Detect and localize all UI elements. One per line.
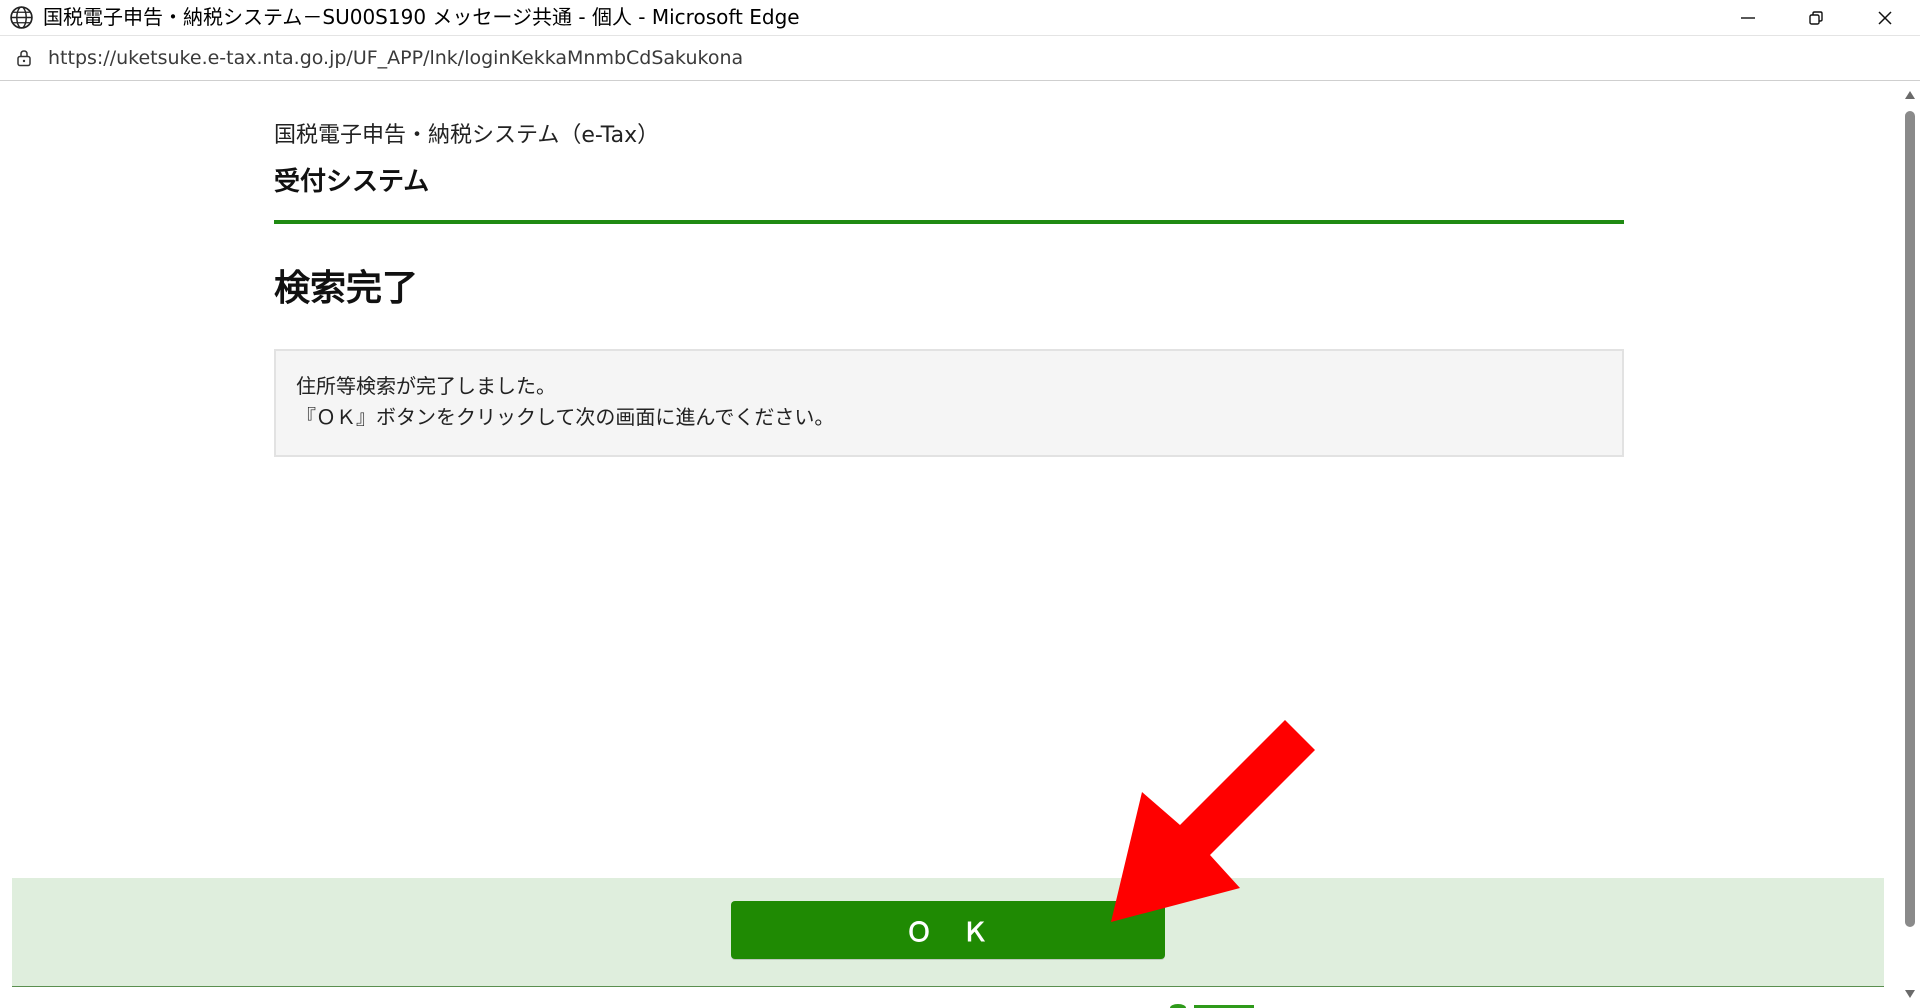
close-button[interactable] (1851, 0, 1919, 35)
scroll-up-arrow-icon[interactable] (1904, 89, 1916, 101)
lock-icon[interactable] (14, 48, 34, 68)
browser-window: 国税電子申告・納税システム－SU00S190 メッセージ共通 - 個人 - Mi… (0, 0, 1920, 1008)
title-bar: 国税電子申告・納税システム－SU00S190 メッセージ共通 - 個人 - Mi… (0, 0, 1920, 35)
message-line: 『ＯＫ』ボタンをクリックして次の画面に進んでください。 (296, 405, 835, 429)
header-divider (274, 220, 1624, 224)
scrollbar-thumb[interactable] (1905, 111, 1915, 927)
message-line: 住所等検索が完了しました。 (296, 374, 556, 398)
minimize-button[interactable] (1714, 0, 1782, 35)
restore-button[interactable] (1782, 0, 1850, 35)
globe-icon (10, 6, 33, 29)
subsystem-name: 受付システム (274, 167, 430, 197)
scroll-down-arrow-icon[interactable] (1904, 988, 1916, 1000)
close-icon (1878, 10, 1892, 25)
window-title: 国税電子申告・納税システム－SU00S190 メッセージ共通 - 個人 - Mi… (43, 5, 800, 29)
page-viewport: 国税電子申告・納税システム（e-Tax） 受付システム 検索完了 住所等検索が完… (0, 81, 1900, 1008)
minimize-icon (1741, 16, 1755, 19)
vertical-scrollbar[interactable] (1900, 81, 1920, 1008)
system-name: 国税電子申告・納税システム（e-Tax） (274, 123, 660, 148)
message-box: 住所等検索が完了しました。 『ＯＫ』ボタンをクリックして次の画面に進んでください… (274, 349, 1624, 457)
footer-logo-icon (1170, 1004, 1254, 1008)
url-text[interactable]: https://uketsuke.e-tax.nta.go.jp/UF_APP/… (48, 47, 743, 69)
ok-button[interactable]: Ｏ Ｋ (731, 901, 1165, 959)
action-bar: Ｏ Ｋ (12, 878, 1884, 987)
address-bar: https://uketsuke.e-tax.nta.go.jp/UF_APP/… (0, 35, 1920, 81)
restore-icon (1809, 10, 1823, 25)
page-title: 検索完了 (274, 268, 419, 309)
